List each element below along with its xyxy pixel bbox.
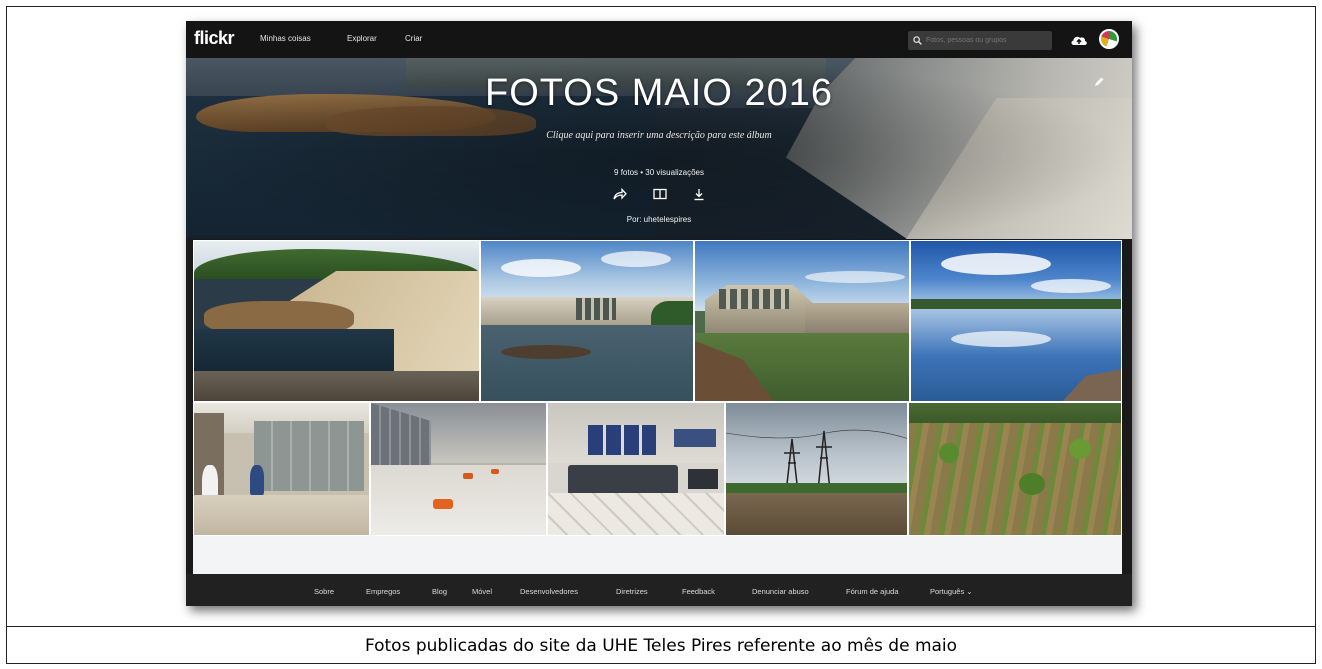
photo-tile[interactable] xyxy=(725,402,908,536)
footer-link-diretrizes[interactable]: Diretrizes xyxy=(616,587,648,596)
page-background xyxy=(193,536,1122,574)
album-title: FOTOS MAIO 2016 xyxy=(485,72,833,114)
album-actions xyxy=(186,188,1132,201)
photo-tile[interactable] xyxy=(370,402,547,536)
nav-my-stuff[interactable]: Minhas coisas xyxy=(260,34,311,43)
footer-link-blog[interactable]: Blog xyxy=(432,587,447,596)
photo-grid xyxy=(193,240,1122,536)
photo-tile[interactable] xyxy=(193,240,480,402)
photo-tile[interactable] xyxy=(694,240,910,402)
avatar[interactable] xyxy=(1099,29,1119,49)
download-icon[interactable] xyxy=(693,188,705,201)
search-icon xyxy=(913,36,922,45)
photo-tile[interactable] xyxy=(193,402,370,536)
search-input[interactable] xyxy=(926,37,1046,44)
top-navigation-bar: flickr Minhas coisas Explorar Criar xyxy=(186,21,1132,58)
photo-tile[interactable] xyxy=(547,402,725,536)
flickr-logo[interactable]: flickr xyxy=(194,28,235,49)
footer-link-empregos[interactable]: Empregos xyxy=(366,587,400,596)
edit-pencil-icon[interactable] xyxy=(1093,76,1105,88)
photo-tile[interactable] xyxy=(908,402,1122,536)
nav-explore[interactable]: Explorar xyxy=(347,34,377,43)
share-icon[interactable] xyxy=(613,188,627,200)
photo-tile[interactable] xyxy=(480,240,694,402)
nav-create[interactable]: Criar xyxy=(405,34,422,43)
figure-caption: Fotos publicadas do site da UHE Teles Pi… xyxy=(364,635,958,656)
album-description[interactable]: Clique aqui para inserir uma descrição p… xyxy=(186,130,1132,141)
photo-tile[interactable] xyxy=(910,240,1122,402)
footer-link-movel[interactable]: Móvel xyxy=(472,587,492,596)
album-stats: 9 fotos • 30 visualizações xyxy=(614,168,704,177)
slideshow-icon[interactable] xyxy=(653,188,667,200)
footer-link-sobre[interactable]: Sobre xyxy=(314,587,334,596)
language-selector[interactable]: Português ⌄ xyxy=(930,587,973,596)
footer-link-feedback[interactable]: Feedback xyxy=(682,587,715,596)
upload-icon[interactable] xyxy=(1070,32,1088,47)
footer-link-denunciar-abuso[interactable]: Denunciar abuso xyxy=(752,587,809,596)
footer-link-forum-ajuda[interactable]: Fórum de ajuda xyxy=(846,587,899,596)
search-box[interactable] xyxy=(908,31,1052,50)
album-hero: FOTOS MAIO 2016 Clique aqui para inserir… xyxy=(186,58,1132,239)
album-owner[interactable]: Por: uhetelespires xyxy=(186,215,1132,224)
footer-link-desenvolvedores[interactable]: Desenvolvedores xyxy=(520,587,578,596)
footer-bar: Sobre Empregos Blog Móvel Desenvolvedore… xyxy=(186,574,1132,606)
flickr-album-screenshot: flickr Minhas coisas Explorar Criar FOTO… xyxy=(186,21,1132,606)
